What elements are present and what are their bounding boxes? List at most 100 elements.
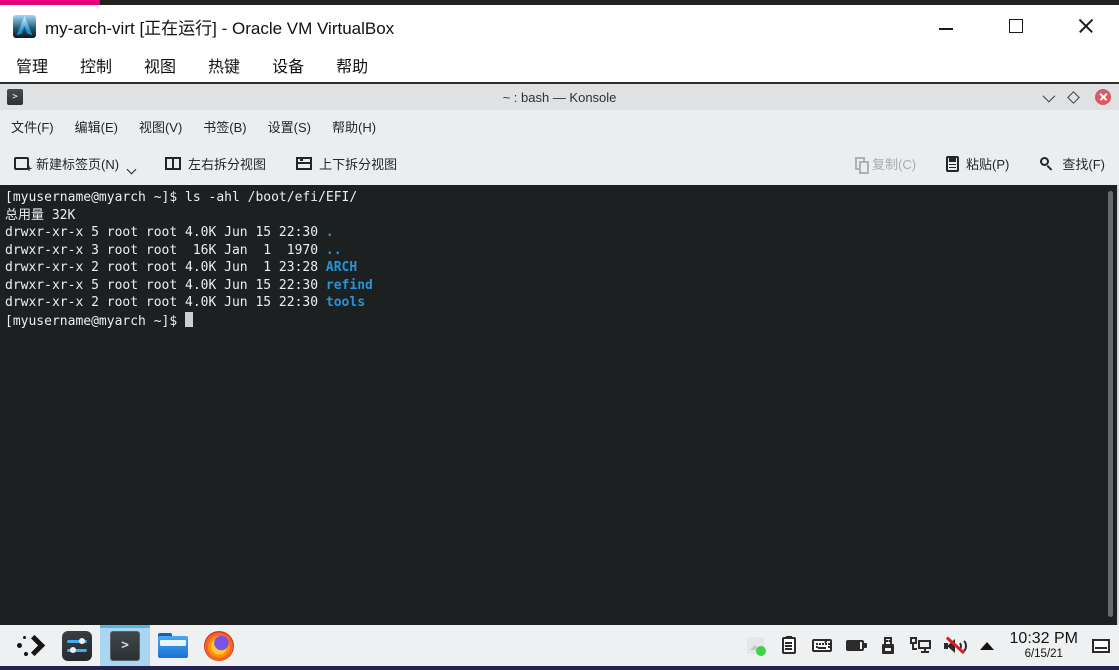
clock-widget[interactable]: 10:32 PM 6/15/21: [1010, 630, 1078, 660]
plasma-launcher-icon: [17, 633, 45, 659]
konsole-menu-view[interactable]: 视图(V): [139, 117, 182, 136]
konsole-minimize-button[interactable]: [1043, 89, 1056, 102]
show-desktop-button[interactable]: [1092, 639, 1110, 653]
clock-time: 10:32 PM: [1010, 630, 1078, 648]
konsole-icon: [110, 631, 140, 661]
clock-date: 6/15/21: [1010, 648, 1078, 661]
split-top-bottom-icon: [296, 157, 312, 170]
split-view-top-bottom-button[interactable]: 上下拆分视图: [296, 154, 397, 173]
vbox-titlebar: my-arch-virt [正在运行] - Oracle VM VirtualB…: [0, 5, 1119, 47]
split-view-left-right-button[interactable]: 左右拆分视图: [165, 154, 266, 173]
taskbar-item-konsole-active[interactable]: [100, 625, 150, 666]
plasma-taskbar: 10:32 PM 6/15/21: [0, 625, 1119, 666]
terminal-cursor: [185, 312, 193, 327]
konsole-menubar: 文件(F) 编辑(E) 视图(V) 书签(B) 设置(S) 帮助(H): [0, 110, 1119, 142]
battery-tray-button[interactable]: [844, 635, 866, 657]
split-left-right-label: 左右拆分视图: [188, 154, 266, 173]
konsole-toolbar: 新建标签页(N) 左右拆分视图 上下拆分视图 复制(C) 粘贴(P): [0, 142, 1119, 185]
directory-name: .: [326, 225, 334, 240]
new-tab-label: 新建标签页(N): [36, 154, 119, 173]
copy-label: 复制(C): [872, 154, 916, 173]
media-status-tray-button[interactable]: [745, 635, 767, 657]
bottom-screen-edge: [0, 666, 1119, 670]
display-status-icon: [747, 637, 764, 654]
copy-icon: [855, 157, 865, 170]
paste-label: 粘贴(P): [966, 154, 1009, 173]
terminal-output[interactable]: [myusername@myarch ~]$ ls -ahl /boot/efi…: [0, 185, 1119, 625]
network-tray-button[interactable]: [910, 635, 932, 657]
terminal-listing-row: drwxr-xr-x 2 root root 4.0K Jun 15 22:30…: [5, 294, 1119, 312]
directory-name: tools: [326, 295, 365, 310]
konsole-window-title: ~ : bash — Konsole: [0, 84, 1119, 110]
konsole-menu-settings[interactable]: 设置(S): [268, 117, 311, 136]
terminal-scrollbar[interactable]: [1108, 191, 1113, 617]
split-top-bottom-label: 上下拆分视图: [319, 154, 397, 173]
taskbar-item-dolphin[interactable]: [150, 625, 196, 666]
vbox-menu-devices[interactable]: 设备: [272, 53, 304, 77]
vbox-menu-input[interactable]: 热键: [208, 53, 240, 77]
terminal-listing-row: drwxr-xr-x 3 root root 16K Jan 1 1970 ..: [5, 242, 1119, 260]
usb-tray-button[interactable]: [877, 635, 899, 657]
volume-tray-button[interactable]: [943, 635, 965, 657]
maximize-icon: [1009, 19, 1023, 33]
expand-tray-button[interactable]: [976, 635, 998, 657]
vbox-menu-machine[interactable]: 控制: [80, 53, 112, 77]
terminal-total-line: 总用量 32K: [5, 207, 1119, 225]
konsole-menu-file[interactable]: 文件(F): [11, 117, 54, 136]
terminal-prompt-line: [myusername@myarch ~]$: [5, 312, 1119, 331]
vbox-menu-help[interactable]: 帮助: [336, 53, 368, 77]
taskbar-item-settings[interactable]: [54, 625, 100, 666]
paste-button[interactable]: 粘贴(P): [946, 154, 1009, 173]
new-tab-dropdown-icon: [127, 165, 137, 175]
vbox-menu-view[interactable]: 视图: [144, 53, 176, 77]
screen: my-arch-virt [正在运行] - Oracle VM VirtualB…: [0, 0, 1119, 670]
new-tab-button[interactable]: 新建标签页(N): [14, 154, 135, 173]
directory-name: ARCH: [326, 260, 357, 275]
taskbar-item-firefox[interactable]: [196, 625, 242, 666]
keyboard-tray-button[interactable]: [811, 635, 833, 657]
konsole-close-button[interactable]: [1095, 89, 1111, 105]
clipboard-icon: [782, 637, 796, 654]
vm-guest-screen: ~ : bash — Konsole 文件(F) 编辑(E) 视图(V) 书签(…: [0, 82, 1119, 670]
firefox-icon: [204, 631, 234, 661]
vbox-window-controls: [885, 17, 1095, 35]
find-label: 查找(F): [1062, 154, 1105, 173]
terminal-listing-row: drwxr-xr-x 2 root root 4.0K Jun 1 23:28 …: [5, 259, 1119, 277]
volume-muted-icon: [943, 636, 965, 655]
vbox-close-button[interactable]: [1077, 17, 1095, 35]
vbox-window-title: my-arch-virt [正在运行] - Oracle VM VirtualB…: [45, 14, 394, 39]
copy-button: 复制(C): [855, 154, 916, 173]
konsole-window-controls: [1043, 84, 1111, 110]
green-status-dot: [756, 646, 766, 656]
clipboard-tray-button[interactable]: [778, 635, 800, 657]
vbox-maximize-button[interactable]: [1007, 17, 1025, 35]
paste-icon: [946, 156, 959, 172]
konsole-titlebar[interactable]: ~ : bash — Konsole: [0, 84, 1119, 110]
directory-name: refind: [326, 278, 373, 293]
konsole-menu-help[interactable]: 帮助(H): [332, 117, 376, 136]
wired-network-icon: [910, 637, 931, 654]
caret-up-icon: [980, 642, 994, 650]
system-tray: [745, 635, 998, 657]
vbox-menu-file[interactable]: 管理: [16, 53, 48, 77]
find-button[interactable]: 查找(F): [1039, 154, 1105, 173]
terminal-listing-row: drwxr-xr-x 5 root root 4.0K Jun 15 22:30…: [5, 224, 1119, 242]
konsole-menu-bookmarks[interactable]: 书签(B): [203, 117, 246, 136]
dolphin-folder-icon: [158, 633, 188, 658]
app-launcher-button[interactable]: [8, 625, 54, 666]
konsole-maximize-button[interactable]: [1067, 91, 1080, 104]
new-tab-icon: [14, 157, 29, 170]
virtualbox-arch-icon: [13, 15, 36, 38]
vbox-menubar: 管理 控制 视图 热键 设备 帮助: [0, 47, 1119, 82]
close-icon: [1078, 18, 1094, 34]
directory-name: ..: [326, 243, 342, 258]
minimize-icon: [939, 28, 953, 30]
usb-icon: [882, 637, 894, 654]
vbox-minimize-button[interactable]: [937, 17, 955, 35]
konsole-menu-edit[interactable]: 编辑(E): [75, 117, 118, 136]
system-settings-icon: [62, 631, 92, 661]
battery-icon: [846, 640, 864, 651]
find-icon: [1039, 156, 1055, 172]
keyboard-icon: [812, 639, 832, 652]
terminal-listing-row: drwxr-xr-x 5 root root 4.0K Jun 15 22:30…: [5, 277, 1119, 295]
